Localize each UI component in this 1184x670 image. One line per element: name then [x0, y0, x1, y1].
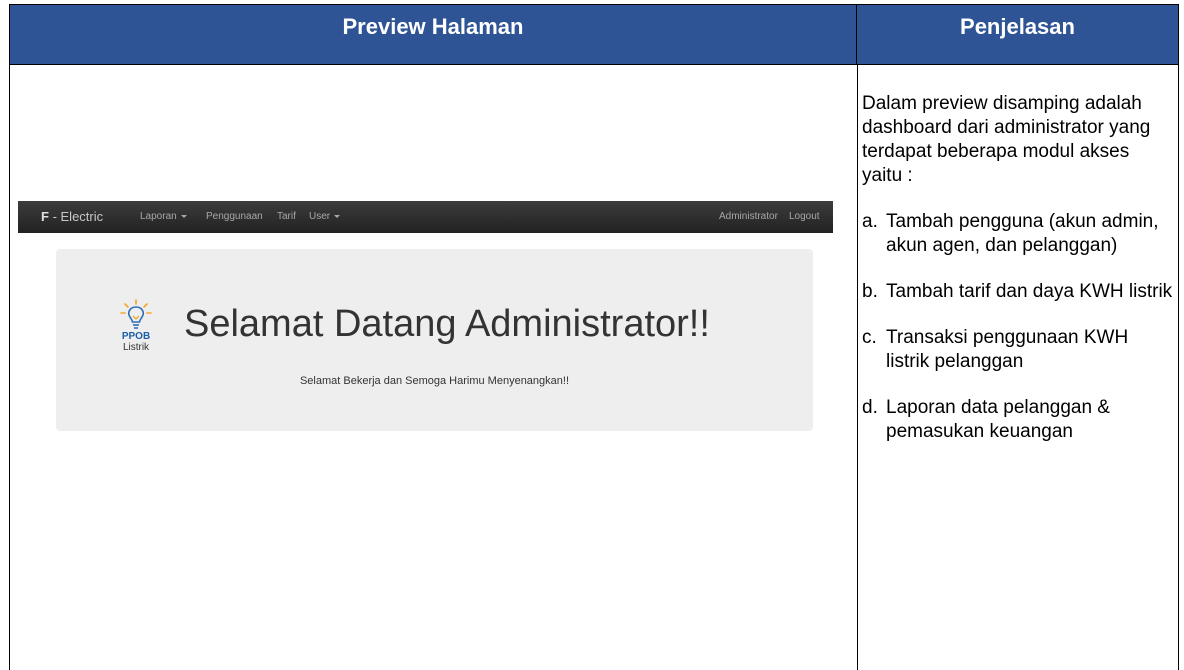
module-list: a. Tambah pengguna (akun admin, akun agen… — [862, 210, 1174, 444]
logo-text-listrik: Listrik — [122, 342, 150, 353]
list-marker: d. — [862, 397, 878, 418]
navbar: F - Electric Laporan Penggunaan Tarif Us… — [18, 201, 833, 233]
explanation-text: Dalam preview disamping adalah dashboard… — [862, 92, 1174, 466]
list-item-text: Laporan data pelanggan & pemasukan keuan… — [886, 397, 1110, 442]
list-marker: b. — [862, 281, 878, 302]
welcome-title: Selamat Datang Administrator!! — [184, 303, 710, 345]
welcome-subtitle: Selamat Bekerja dan Semoga Harimu Menyen… — [299, 375, 570, 387]
nav-item-label: User — [309, 211, 331, 222]
dashboard-preview-screenshot: F - Electric Laporan Penggunaan Tarif Us… — [18, 201, 833, 437]
nav-item-logout[interactable]: Logout — [789, 201, 820, 233]
explanation-intro: Dalam preview disamping adalah dashboard… — [862, 93, 1151, 186]
nav-item-penggunaan[interactable]: Penggunaan — [206, 201, 263, 233]
nav-item-label: Tarif — [277, 211, 296, 222]
list-item-text: Transaksi penggunaan KWH listrik pelangg… — [886, 327, 1129, 372]
nav-item-label: Penggunaan — [206, 211, 263, 222]
nav-item-laporan[interactable]: Laporan — [140, 201, 187, 233]
list-marker: a. — [862, 211, 878, 232]
welcome-jumbotron: PPOB Listrik Selamat Datang Administrato… — [56, 249, 813, 431]
navbar-brand[interactable]: F - Electric — [41, 201, 103, 233]
nav-item-user[interactable]: User — [309, 201, 341, 233]
column-divider — [857, 65, 858, 670]
logo-text-ppob: PPOB — [121, 331, 151, 342]
caret-down-icon — [334, 214, 341, 218]
brand-name: - Electric — [48, 209, 104, 224]
list-item: c. Transaksi penggunaan KWH listrik pelan… — [862, 326, 1174, 374]
nav-item-tarif[interactable]: Tarif — [277, 201, 296, 233]
lightbulb-icon — [120, 299, 152, 329]
ppob-listrik-logo: PPOB Listrik — [116, 299, 156, 357]
nav-item-label: Administrator — [719, 211, 778, 222]
list-item: b. Tambah tarif dan daya KWH listrik — [862, 280, 1174, 304]
header-penjelasan: Penjelasan — [857, 5, 1178, 65]
nav-item-label: Laporan — [140, 211, 177, 222]
list-item: a. Tambah pengguna (akun admin, akun agen… — [862, 210, 1174, 258]
nav-item-label: Logout — [789, 211, 820, 222]
header-preview-halaman: Preview Halaman — [10, 5, 857, 65]
list-item: d. Laporan data pelanggan & pemasukan keu… — [862, 396, 1174, 444]
list-marker: c. — [862, 327, 877, 348]
nav-item-administrator[interactable]: Administrator — [719, 201, 778, 233]
list-item-text: Tambah tarif dan daya KWH listrik — [886, 281, 1173, 302]
caret-down-icon — [180, 214, 187, 218]
brand-letter: F — [41, 209, 49, 224]
list-item-text: Tambah pengguna (akun admin, akun agen, … — [886, 211, 1159, 256]
